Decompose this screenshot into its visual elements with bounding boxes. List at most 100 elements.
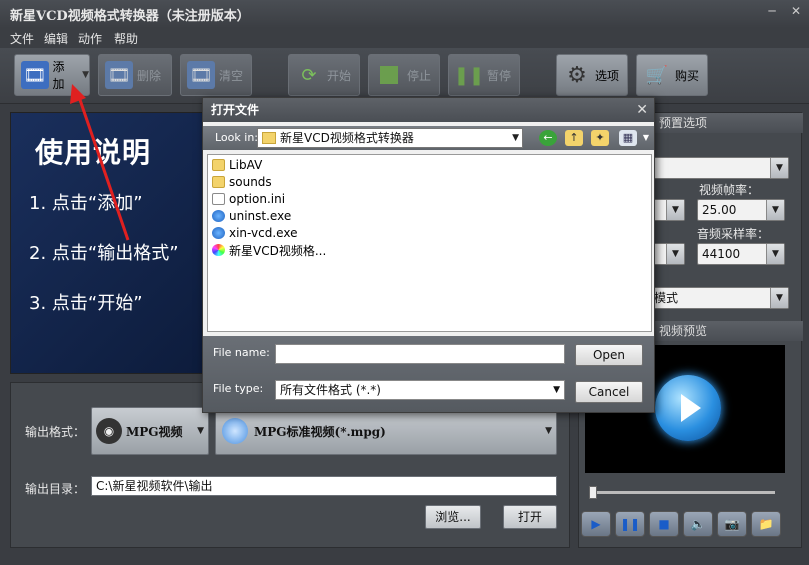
pause-preview-button[interactable]: ❚❚ [615, 511, 645, 537]
browse-button[interactable]: 浏览... [425, 505, 481, 529]
window-title: 新星VCD视频格式转换器（未注册版本） [10, 9, 250, 24]
stop-preview-button[interactable]: ■ [649, 511, 679, 537]
chevron-down-icon: ▼ [545, 426, 552, 436]
list-item[interactable]: LibAV [212, 157, 262, 173]
chevron-down-icon: ▼ [766, 200, 784, 220]
chevron-down-icon: ▼ [82, 70, 89, 80]
look-in-value: 新星VCD视频格式转换器 [280, 131, 414, 145]
samplerate-combo[interactable]: 44100 ▼ [697, 243, 785, 265]
minimize-button[interactable]: ─ [763, 4, 781, 18]
menu-edit[interactable]: 编辑 [44, 30, 68, 47]
folder-icon [212, 159, 225, 171]
film-add-icon: 🎞 [21, 61, 49, 89]
cart-icon: 🛒 [645, 64, 669, 86]
open-folder-button[interactable]: 打开 [503, 505, 557, 529]
framerate-label: 视频帧率： [699, 183, 760, 197]
clear-button[interactable]: 🎞 清空 [180, 54, 252, 96]
pause-icon: ❚❚ [453, 64, 485, 86]
delete-label: 删除 [137, 68, 162, 83]
options-button[interactable]: ⚙ 选项 [556, 54, 628, 96]
up-folder-icon[interactable]: ↑ [565, 130, 583, 146]
add-label: 添加 [52, 60, 65, 91]
delete-button[interactable]: 🎞 删除 [98, 54, 172, 96]
start-button[interactable]: ⟳ 开始 [288, 54, 360, 96]
play-icon[interactable] [655, 375, 721, 441]
file-name-input[interactable] [275, 344, 565, 364]
seek-slider[interactable] [589, 486, 775, 499]
file-name: LibAV [229, 158, 263, 172]
preset-icon [222, 418, 248, 444]
view-menu-icon[interactable]: ▦ [619, 130, 637, 146]
output-format-label: 输出格式： [25, 425, 86, 439]
output-preset-select[interactable]: MPG标准视频(*.mpg) ▼ [215, 407, 557, 455]
camera-icon: 📷 [724, 517, 740, 531]
list-item[interactable]: uninst.exe [212, 208, 291, 224]
output-preset-value: MPG标准视频(*.mpg) [254, 424, 386, 439]
folder-icon: 📁 [758, 517, 774, 531]
menu-bar: 文件 编辑 动作 帮助 [0, 28, 809, 48]
film-reel-icon: ◉ [96, 418, 122, 444]
seek-handle[interactable] [589, 486, 597, 499]
add-button[interactable]: 🎞 添加 ▼ [14, 54, 90, 96]
menu-file[interactable]: 文件 [10, 30, 34, 47]
window-controls: ─ ✕ [763, 4, 805, 18]
back-icon[interactable]: ← [539, 130, 557, 146]
pause-button[interactable]: ❚❚ 暂停 [448, 54, 520, 96]
stop-button[interactable]: 停止 [368, 54, 440, 96]
menu-help[interactable]: 帮助 [114, 30, 138, 47]
file-name: sounds [229, 175, 272, 189]
refresh-icon: ⟳ [301, 64, 317, 86]
shortcut-icon [212, 244, 225, 256]
volume-button[interactable]: 🔈 [683, 511, 713, 537]
folder-icon [262, 132, 276, 144]
list-item[interactable]: xin-vcd.exe [212, 225, 297, 241]
samplerate-label: 音频采样率： [697, 227, 770, 241]
file-type-select[interactable]: 所有文件格式 (*.*) ▼ [275, 380, 565, 400]
menu-action[interactable]: 动作 [78, 30, 102, 47]
list-item[interactable]: option.ini [212, 191, 285, 207]
snapshot-button[interactable]: 📷 [717, 511, 747, 537]
preset-combo[interactable]: ▼ [649, 157, 789, 179]
look-in-select[interactable]: 新星VCD视频格式转换器 ▼ [257, 128, 523, 148]
title-bar: 新星VCD视频格式转换器（未注册版本） ─ ✕ [0, 0, 809, 28]
open-button[interactable]: Open [575, 344, 643, 366]
app-icon [212, 210, 225, 222]
file-type-label: File type: [213, 382, 264, 395]
file-name: 新星VCD视频格... [229, 243, 327, 258]
file-name-label: File name: [213, 346, 270, 359]
list-item[interactable]: 新星VCD视频格... [212, 242, 326, 258]
stop-label: 停止 [407, 68, 432, 83]
gear-icon: ⚙ [567, 62, 587, 88]
open-snapshot-folder-button[interactable]: 📁 [751, 511, 781, 537]
look-in-row: Look in: 新星VCD视频格式转换器 ▼ ← ↑ ✦ ▦ ▼ [203, 126, 654, 150]
output-dir-field[interactable]: C:\新星视频软件\输出 [91, 476, 557, 496]
chevron-down-icon: ▼ [766, 244, 784, 264]
stop-icon [375, 61, 403, 89]
chevron-down-icon[interactable]: ▼ [637, 130, 655, 146]
file-name: uninst.exe [229, 209, 292, 223]
list-item[interactable]: sounds [212, 174, 272, 190]
framerate-value: 25.00 [702, 203, 737, 217]
play-button[interactable]: ▶ [581, 511, 611, 537]
output-format-select[interactable]: ◉ MPG视频 ▼ [91, 407, 209, 455]
mode-combo[interactable]: 模式 ▼ [649, 287, 789, 309]
options-label: 选项 [595, 68, 620, 83]
file-name: option.ini [229, 192, 286, 206]
output-dir-label: 输出目录： [25, 482, 86, 496]
new-folder-icon[interactable]: ✦ [591, 130, 609, 146]
instructions-title: 使用说明 [35, 136, 152, 169]
instruction-step-3: 3. 点击“开始” [29, 293, 143, 314]
close-button[interactable]: ✕ [787, 4, 805, 18]
document-icon [212, 193, 225, 205]
dialog-close-icon[interactable]: ✕ [636, 102, 648, 118]
stop-icon: ■ [658, 517, 670, 531]
speaker-icon: 🔈 [690, 517, 706, 531]
buy-button[interactable]: 🛒 购买 [636, 54, 708, 96]
buy-label: 购买 [675, 68, 700, 83]
framerate-combo[interactable]: 25.00 ▼ [697, 199, 785, 221]
chevron-down-icon: ▼ [770, 158, 788, 178]
samplerate-value: 44100 [702, 247, 741, 261]
dialog-title: 打开文件 [203, 98, 654, 122]
play-icon: ▶ [591, 517, 601, 531]
cancel-button[interactable]: Cancel [575, 381, 643, 403]
